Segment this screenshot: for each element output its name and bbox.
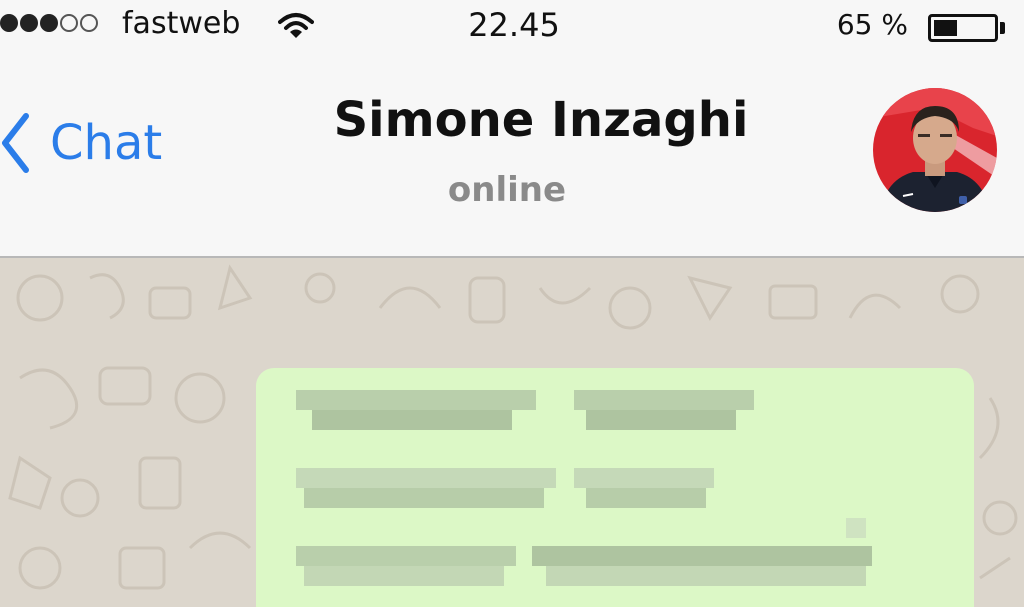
message-bubble[interactable]: [256, 368, 974, 607]
battery-percentage: 65 %: [836, 8, 908, 41]
contact-status: online: [447, 170, 567, 210]
contact-name[interactable]: Simone Inzaghi: [0, 92, 1024, 148]
status-time: 22.45: [468, 6, 560, 44]
battery-icon: [928, 14, 998, 42]
chat-area[interactable]: [0, 258, 1024, 607]
battery-tip: [1000, 22, 1005, 34]
chat-header: Chat Simone Inzaghi online: [0, 54, 1024, 258]
contact-avatar[interactable]: [873, 88, 997, 212]
status-bar: fastweb 22.45 65 %: [0, 0, 1024, 54]
